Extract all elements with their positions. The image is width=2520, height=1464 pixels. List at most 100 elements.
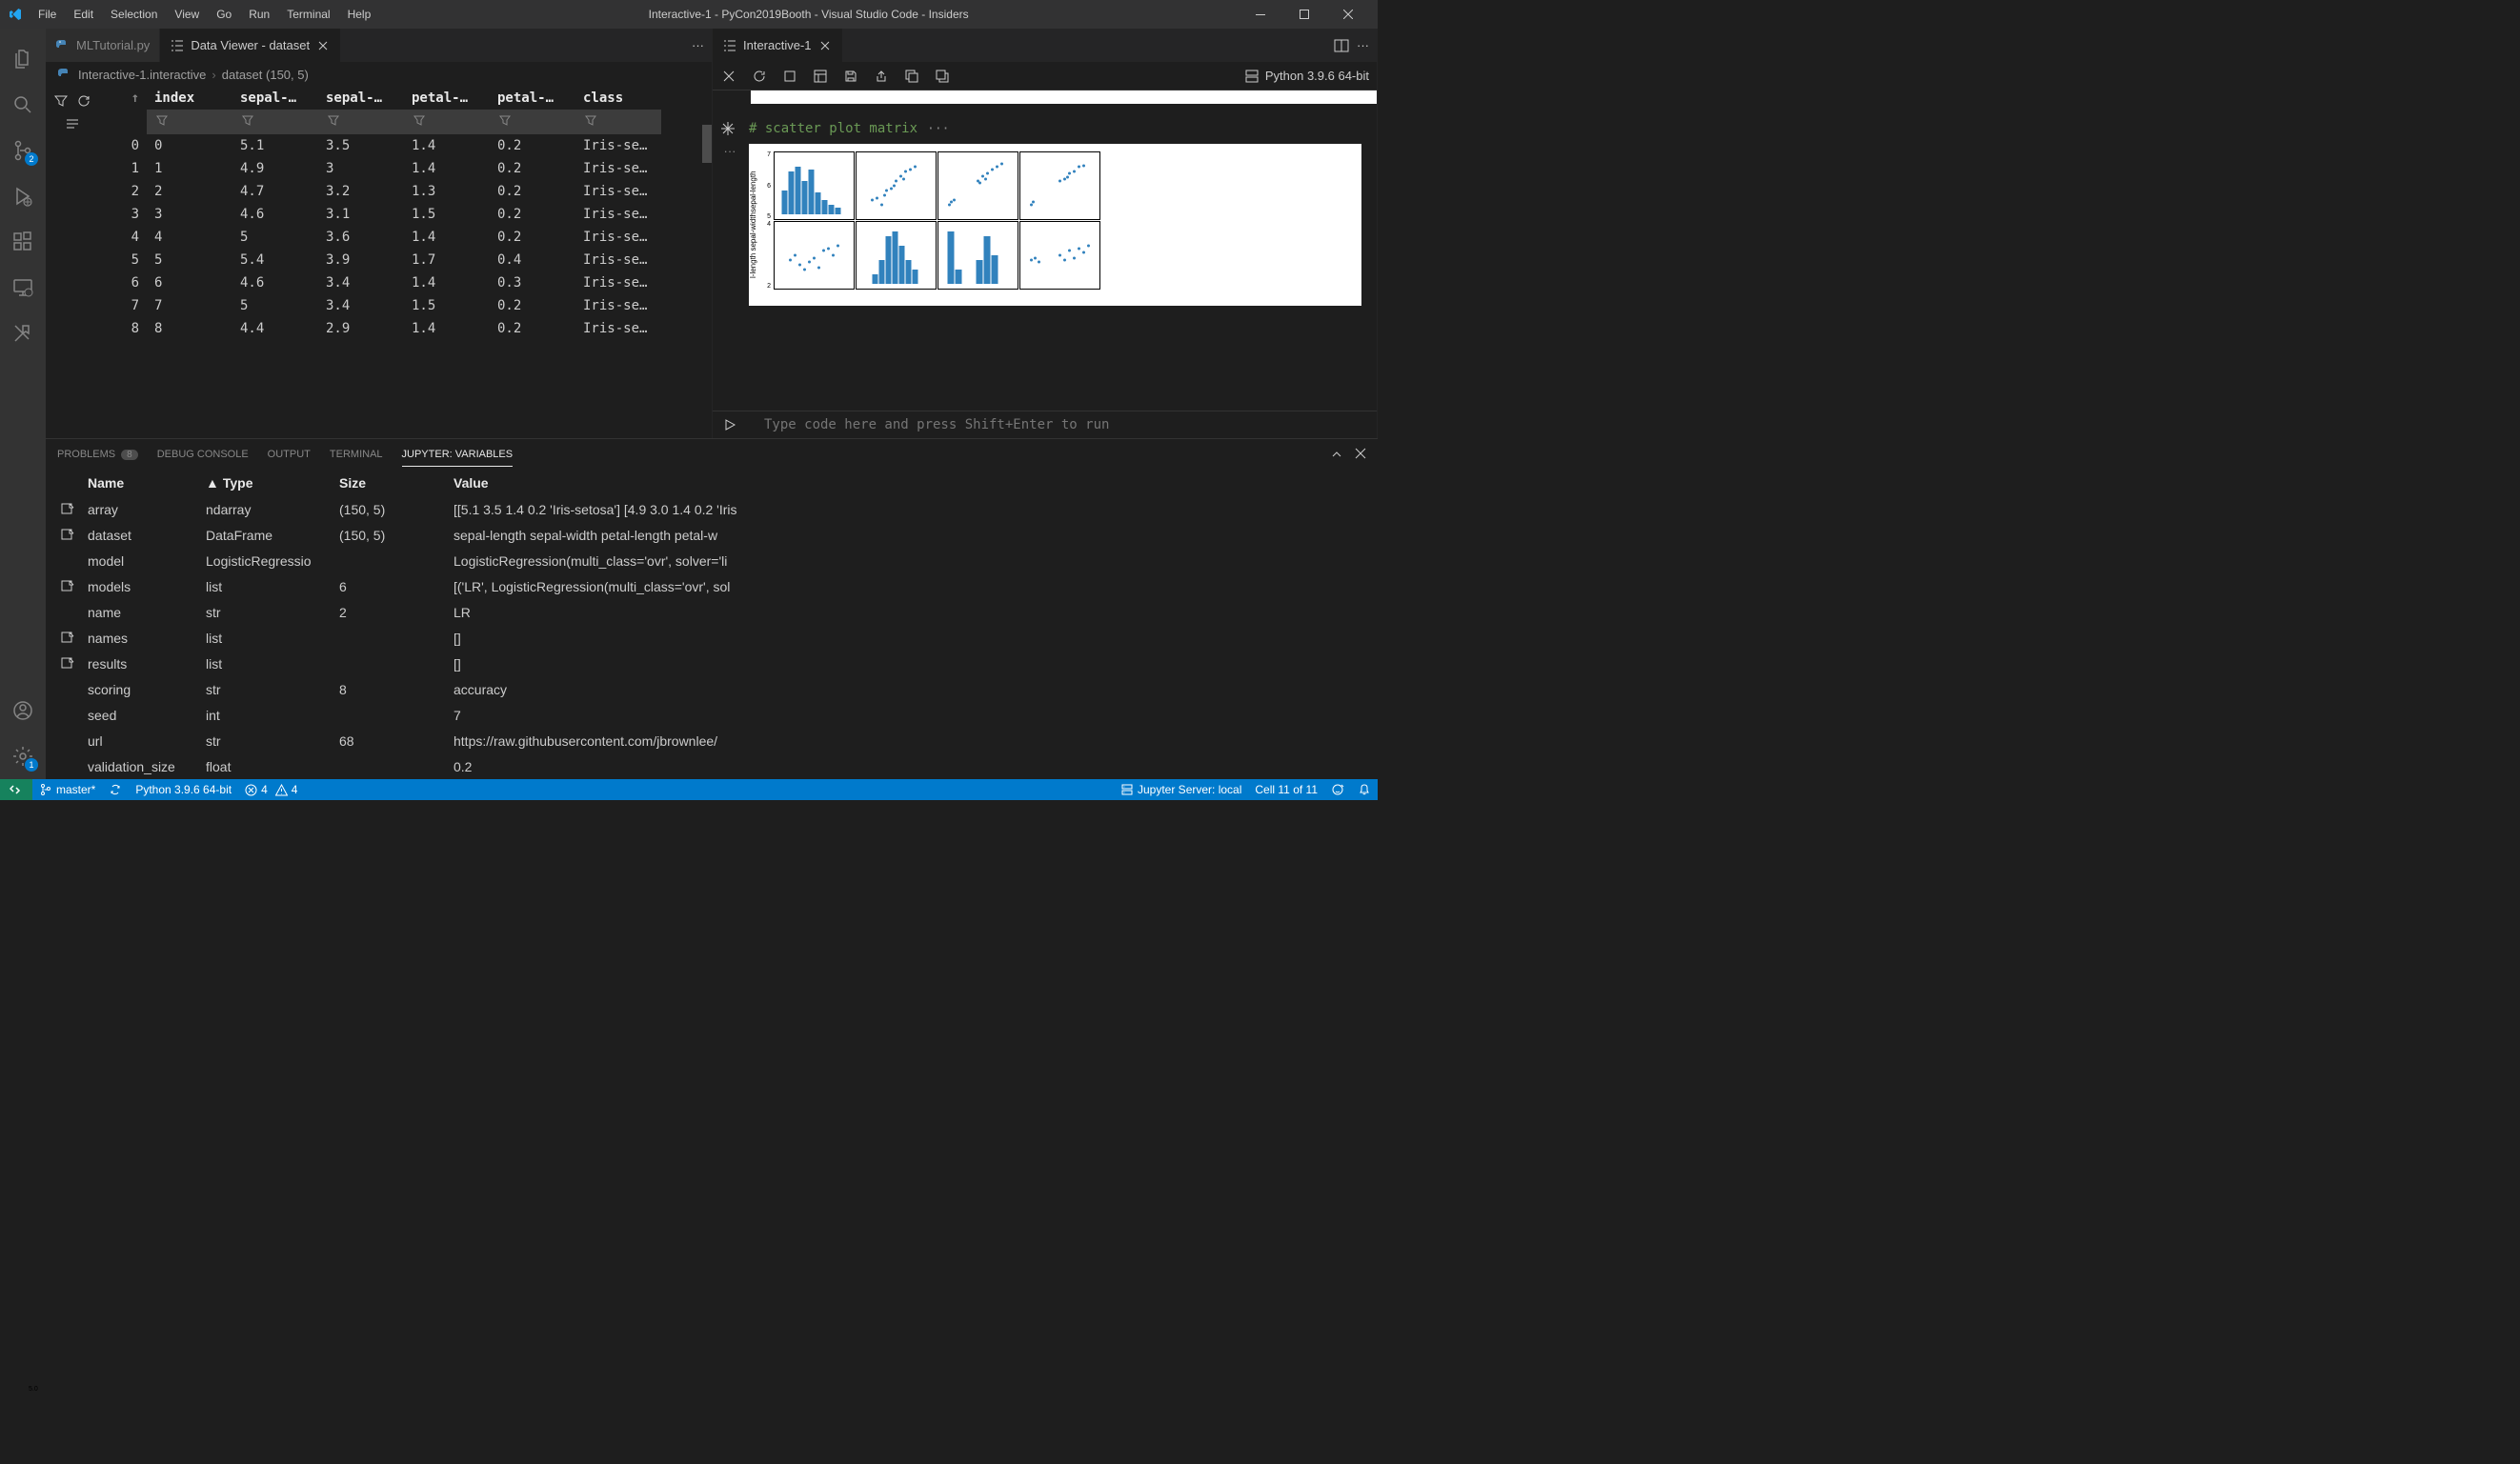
variable-row[interactable]: array ndarray (150, 5) [[5.1 3.5 1.4 0.2… bbox=[46, 496, 1378, 522]
maximize-button[interactable] bbox=[1282, 0, 1326, 29]
more-actions-icon[interactable]: ··· bbox=[692, 38, 704, 52]
panel-tab-debug[interactable]: DEBUG CONSOLE bbox=[157, 443, 249, 466]
menu-selection[interactable]: Selection bbox=[103, 4, 165, 25]
interrupt-icon[interactable] bbox=[781, 68, 798, 85]
statusbar-problems[interactable]: 4 4 bbox=[238, 779, 304, 800]
filter-icon[interactable] bbox=[240, 113, 255, 129]
interpreter-selector[interactable]: Python 3.9.6 64-bit bbox=[1244, 69, 1369, 84]
filter-icon[interactable] bbox=[497, 113, 513, 129]
export-icon[interactable] bbox=[873, 68, 890, 85]
open-variable-icon[interactable] bbox=[53, 502, 82, 517]
remote-explorer-icon[interactable] bbox=[0, 265, 46, 311]
feedback-icon[interactable] bbox=[1324, 779, 1351, 800]
menu-help[interactable]: Help bbox=[340, 4, 379, 25]
filter-icon[interactable] bbox=[326, 113, 341, 129]
table-row[interactable]: 0 0 5.1 3.5 1.4 0.2 Iris-set… bbox=[99, 134, 661, 157]
save-icon[interactable] bbox=[842, 68, 859, 85]
sort-arrow-icon[interactable]: ↑ bbox=[99, 87, 147, 110]
variable-row[interactable]: scoring str 8 accuracy bbox=[46, 676, 1378, 702]
filter-icon[interactable] bbox=[52, 92, 70, 110]
panel-tab-output[interactable]: OUTPUT bbox=[268, 443, 311, 466]
table-row[interactable]: 3 3 4.6 3.1 1.5 0.2 Iris-set… bbox=[99, 203, 661, 226]
table-row[interactable]: 8 8 4.4 2.9 1.4 0.2 Iris-set… bbox=[99, 317, 661, 340]
panel-tab-terminal[interactable]: TERMINAL bbox=[330, 443, 383, 466]
more-actions-icon[interactable]: ··· bbox=[1357, 38, 1369, 53]
filter-icon[interactable] bbox=[154, 113, 170, 129]
code-input[interactable] bbox=[751, 417, 1369, 432]
scrollbar-thumb[interactable] bbox=[702, 125, 712, 163]
variable-row[interactable]: model LogisticRegressio LogisticRegressi… bbox=[46, 548, 1378, 573]
run-icon[interactable] bbox=[720, 418, 739, 431]
tab-dataviewer[interactable]: Data Viewer - dataset bbox=[160, 29, 341, 62]
header-value[interactable]: Value bbox=[454, 475, 1370, 491]
close-icon[interactable] bbox=[1355, 448, 1366, 461]
panel-tab-problems[interactable]: PROBLEMS 8 bbox=[57, 443, 138, 466]
table-row[interactable]: 5 5 5.4 3.9 1.7 0.4 Iris-set… bbox=[99, 249, 661, 271]
header-type[interactable]: ▲Type bbox=[206, 475, 339, 491]
open-variable-icon[interactable] bbox=[53, 656, 82, 672]
expand-icon[interactable] bbox=[903, 68, 920, 85]
chevron-up-icon[interactable] bbox=[1330, 448, 1343, 461]
statusbar-interpreter[interactable]: Python 3.9.6 64-bit bbox=[129, 779, 238, 800]
search-icon[interactable] bbox=[0, 82, 46, 128]
breadcrumb[interactable]: Interactive-1.interactive › dataset (150… bbox=[46, 62, 712, 87]
scrollbar[interactable] bbox=[702, 87, 712, 438]
table-row[interactable]: 7 7 5 3.4 1.5 0.2 Iris-set… bbox=[99, 294, 661, 317]
bookmarks-icon[interactable] bbox=[0, 311, 46, 356]
explorer-icon[interactable] bbox=[0, 36, 46, 82]
cell-indicator[interactable]: Cell 11 of 11 bbox=[1248, 779, 1324, 800]
column-header-sepal1[interactable]: sepal-… bbox=[232, 87, 318, 110]
close-icon[interactable] bbox=[315, 38, 331, 53]
collapse-icon[interactable] bbox=[934, 68, 951, 85]
menu-file[interactable]: File bbox=[30, 4, 64, 25]
extensions-icon[interactable] bbox=[0, 219, 46, 265]
output-collapse-dots[interactable]: ··· bbox=[720, 144, 739, 306]
tab-mltutorial[interactable]: MLTutorial.py bbox=[46, 29, 160, 62]
variable-row[interactable]: names list [] bbox=[46, 625, 1378, 651]
menu-icon[interactable] bbox=[64, 115, 81, 132]
column-header-petal1[interactable]: petal-… bbox=[404, 87, 490, 110]
tab-interactive[interactable]: Interactive-1 bbox=[713, 29, 843, 62]
table-row[interactable]: 1 1 4.9 3 1.4 0.2 Iris-set… bbox=[99, 157, 661, 180]
variable-row[interactable]: seed int 7 bbox=[46, 702, 1378, 728]
variable-row[interactable]: url str 68 https://raw.githubusercontent… bbox=[46, 728, 1378, 753]
close-button[interactable] bbox=[1326, 0, 1370, 29]
table-row[interactable]: 6 6 4.6 3.4 1.4 0.3 Iris-set… bbox=[99, 271, 661, 294]
restart-icon[interactable] bbox=[751, 68, 768, 85]
cell-collapse-dots[interactable]: ··· bbox=[927, 122, 949, 136]
accounts-icon[interactable] bbox=[0, 688, 46, 733]
source-control-icon[interactable]: 2 bbox=[0, 128, 46, 173]
variable-row[interactable]: name str 2 LR bbox=[46, 599, 1378, 625]
table-row[interactable]: 2 2 4.7 3.2 1.3 0.2 Iris-set… bbox=[99, 180, 661, 203]
snowflake-icon[interactable] bbox=[720, 121, 739, 136]
remote-indicator[interactable] bbox=[0, 779, 32, 800]
panel-tab-jupyter-variables[interactable]: JUPYTER: VARIABLES bbox=[402, 443, 514, 467]
menu-terminal[interactable]: Terminal bbox=[279, 4, 337, 25]
menu-edit[interactable]: Edit bbox=[66, 4, 101, 25]
variables-icon[interactable] bbox=[812, 68, 829, 85]
filter-icon[interactable] bbox=[583, 113, 598, 129]
filter-icon[interactable] bbox=[412, 113, 427, 129]
breadcrumb-part1[interactable]: Interactive-1.interactive bbox=[78, 68, 206, 82]
menu-run[interactable]: Run bbox=[241, 4, 277, 25]
breadcrumb-part2[interactable]: dataset (150, 5) bbox=[222, 68, 309, 82]
column-header-index[interactable]: index bbox=[147, 87, 232, 110]
split-editor-icon[interactable] bbox=[1334, 38, 1349, 53]
header-name[interactable]: Name bbox=[82, 475, 206, 491]
header-size[interactable]: Size bbox=[339, 475, 454, 491]
column-header-sepal2[interactable]: sepal-… bbox=[318, 87, 404, 110]
refresh-icon[interactable] bbox=[75, 92, 92, 110]
notifications-icon[interactable] bbox=[1351, 779, 1378, 800]
column-header-class[interactable]: class bbox=[575, 87, 661, 110]
settings-gear-icon[interactable]: 1 bbox=[0, 733, 46, 779]
open-variable-icon[interactable] bbox=[53, 528, 82, 543]
clear-icon[interactable] bbox=[720, 68, 737, 85]
variable-row[interactable]: dataset DataFrame (150, 5) sepal-length … bbox=[46, 522, 1378, 548]
jupyter-server-status[interactable]: Jupyter Server: local bbox=[1114, 779, 1248, 800]
sync-icon[interactable] bbox=[102, 779, 129, 800]
menu-go[interactable]: Go bbox=[209, 4, 239, 25]
open-variable-icon[interactable] bbox=[53, 579, 82, 594]
run-debug-icon[interactable] bbox=[0, 173, 46, 219]
table-row[interactable]: 4 4 5 3.6 1.4 0.2 Iris-set… bbox=[99, 226, 661, 249]
variable-row[interactable]: validation_size float 0.2 bbox=[46, 753, 1378, 779]
